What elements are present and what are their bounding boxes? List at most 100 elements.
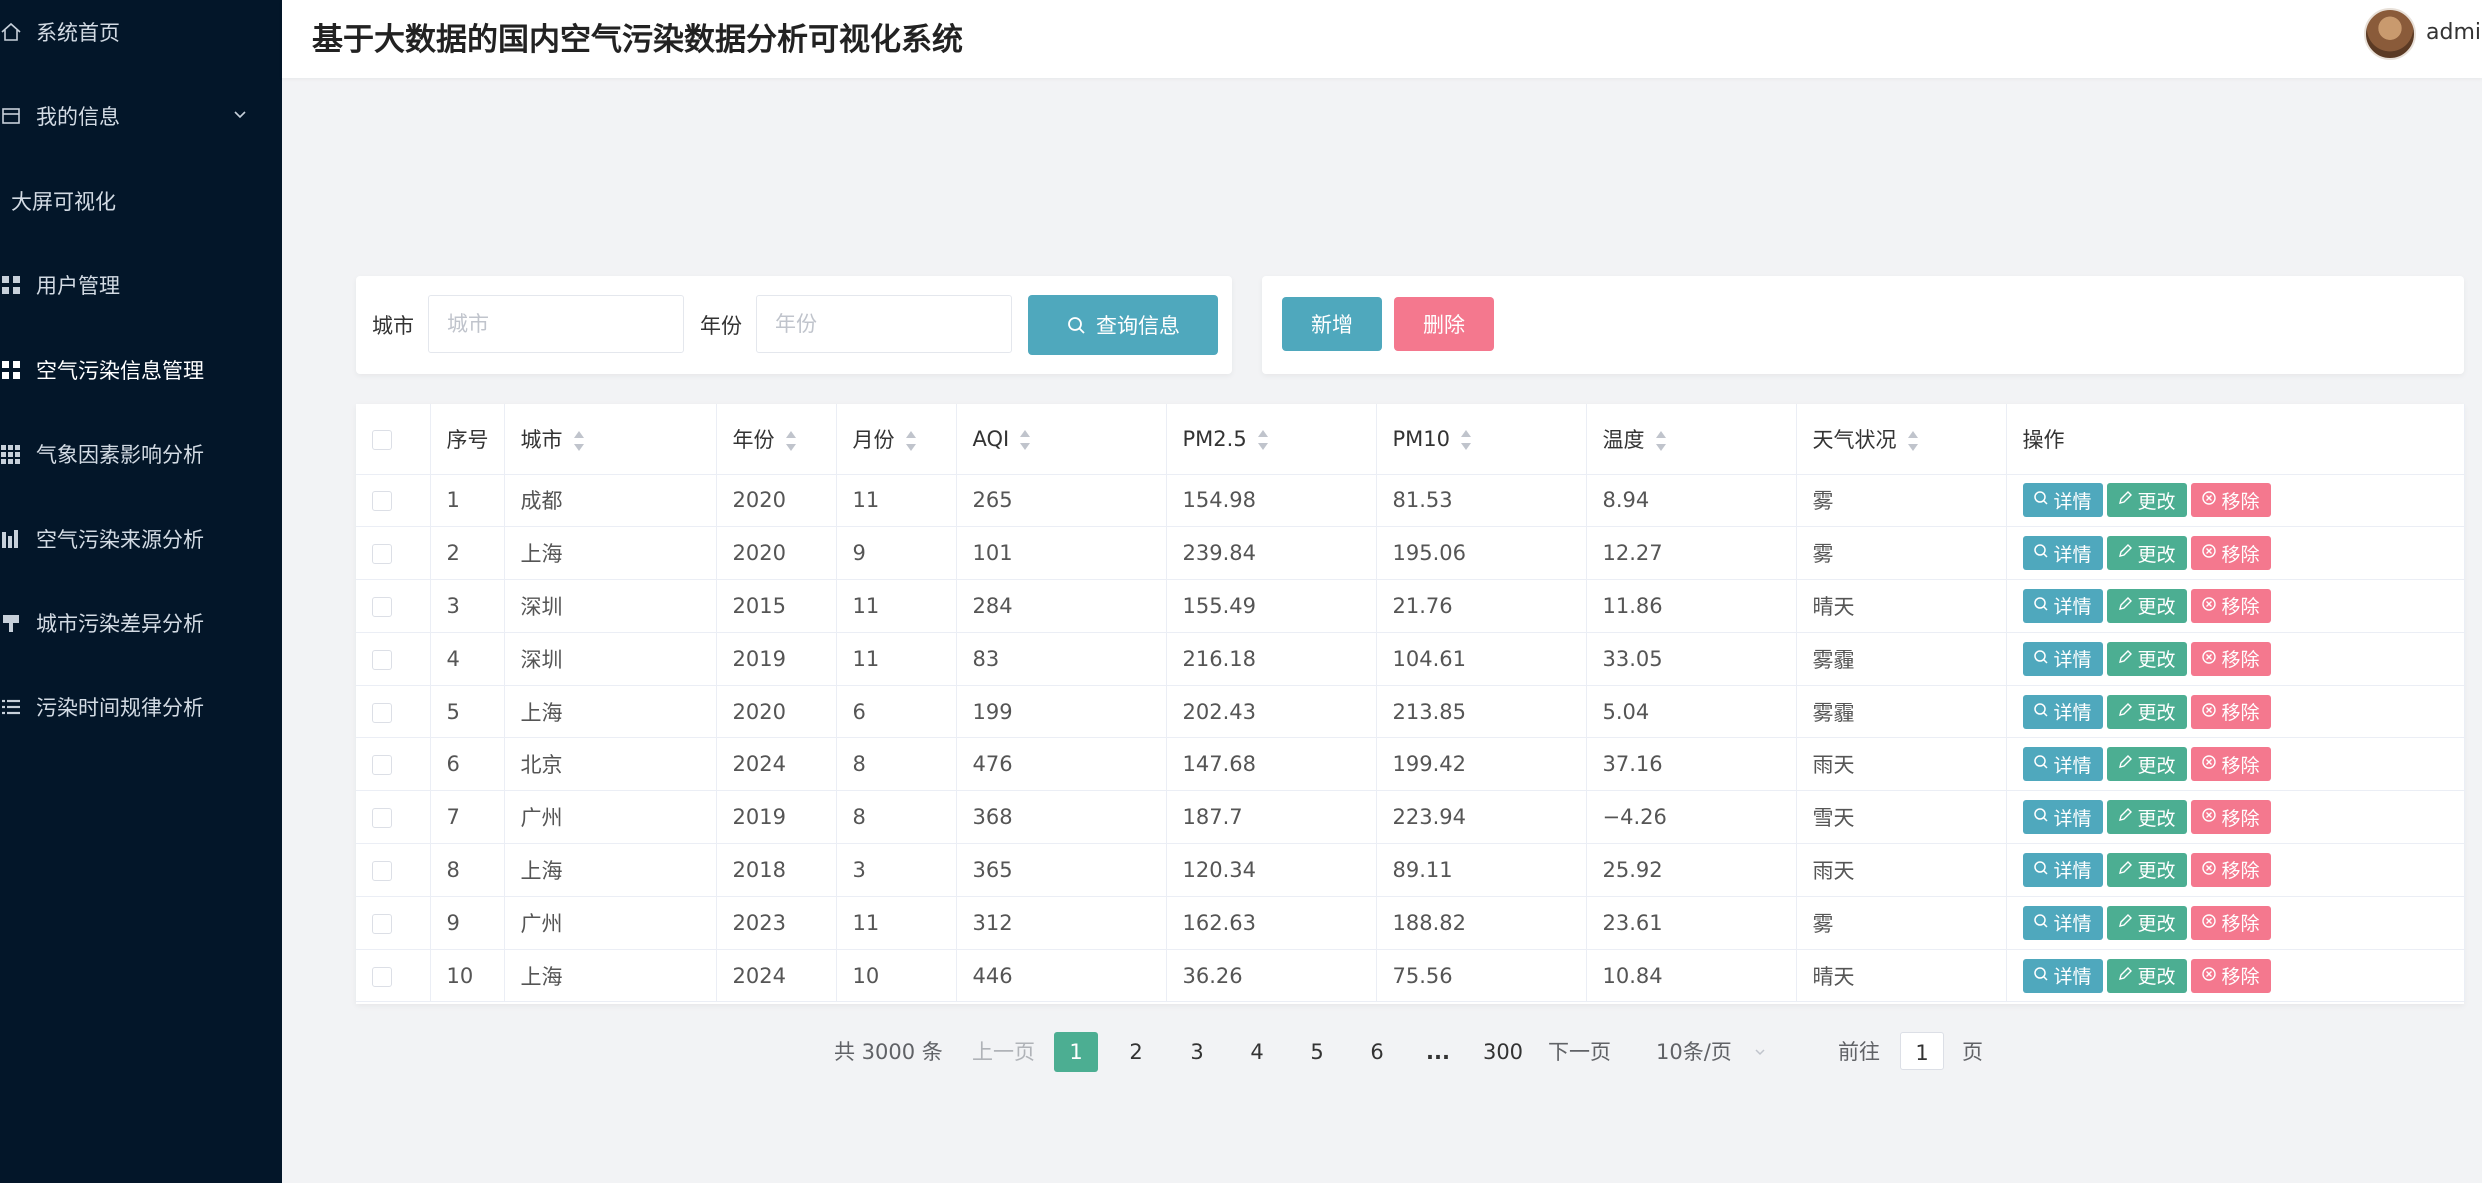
row-checkbox[interactable] — [372, 755, 392, 776]
remove-button[interactable]: 移除 — [2190, 800, 2271, 835]
row-checkbox[interactable] — [372, 491, 392, 512]
edit-button[interactable]: 更改 — [2106, 905, 2187, 940]
column-header-aqi[interactable]: AQI — [956, 404, 1167, 475]
sidebar-item-city-diff-analysis[interactable]: 城市污染差异分析 — [0, 593, 282, 653]
row-checkbox[interactable] — [372, 966, 392, 987]
sidebar-item-time-analysis[interactable]: 污染时间规律分析 — [0, 677, 282, 737]
row-select-cell[interactable] — [356, 896, 431, 950]
row-select-cell[interactable] — [356, 949, 431, 1003]
row-checkbox[interactable] — [372, 544, 392, 565]
edit-button[interactable]: 更改 — [2106, 800, 2187, 835]
page-ellipsis[interactable]: ... — [1416, 1032, 1460, 1072]
detail-button[interactable]: 详情 — [2022, 800, 2103, 835]
remove-button[interactable]: 移除 — [2190, 905, 2271, 940]
page-button-6[interactable]: 6 — [1355, 1032, 1399, 1072]
detail-button[interactable]: 详情 — [2022, 852, 2103, 887]
column-header-pm10[interactable]: PM10 — [1376, 404, 1587, 475]
detail-button[interactable]: 详情 — [2022, 958, 2103, 993]
sort-icon[interactable] — [1655, 430, 1667, 452]
edit-button[interactable]: 更改 — [2106, 852, 2187, 887]
query-button[interactable]: 查询信息 — [1028, 295, 1218, 355]
sort-icon[interactable] — [1019, 429, 1031, 451]
row-checkbox[interactable] — [372, 860, 392, 881]
column-header-pm25[interactable]: PM2.5 — [1166, 404, 1377, 475]
remove-button[interactable]: 移除 — [2190, 588, 2271, 623]
sort-icon[interactable] — [1460, 429, 1472, 451]
edit-button[interactable]: 更改 — [2106, 588, 2187, 623]
row-select-cell[interactable] — [356, 843, 431, 897]
column-header-city[interactable]: 城市 — [504, 404, 717, 475]
edit-button[interactable]: 更改 — [2106, 747, 2187, 782]
page-size-select[interactable]: 10条/页 — [1656, 1032, 1732, 1072]
remove-button[interactable]: 移除 — [2190, 852, 2271, 887]
edit-icon — [2117, 701, 2137, 723]
row-checkbox[interactable] — [372, 596, 392, 617]
detail-button[interactable]: 详情 — [2022, 694, 2103, 729]
column-header-month[interactable]: 月份 — [836, 404, 957, 475]
page-button-1[interactable]: 1 — [1054, 1032, 1098, 1072]
row-select-cell[interactable] — [356, 790, 431, 845]
edit-button[interactable]: 更改 — [2106, 483, 2187, 518]
year-input[interactable] — [756, 295, 1012, 353]
column-header-temperature[interactable]: 温度 — [1586, 404, 1797, 475]
page-button-3[interactable]: 3 — [1175, 1032, 1219, 1072]
chevron-down-icon[interactable] — [232, 107, 248, 123]
remove-button[interactable]: 移除 — [2190, 641, 2271, 676]
page-button-5[interactable]: 5 — [1295, 1032, 1339, 1072]
sidebar-item-home[interactable]: 系统首页 — [0, 2, 282, 62]
remove-button[interactable]: 移除 — [2190, 536, 2271, 571]
page-button-2[interactable]: 2 — [1114, 1032, 1158, 1072]
prev-page-button[interactable]: 上一页 — [972, 1032, 1035, 1072]
row-checkbox[interactable] — [372, 702, 392, 723]
sidebar-item-pollution-info[interactable]: 空气污染信息管理 — [0, 340, 282, 400]
row-select-cell[interactable] — [356, 579, 431, 633]
cell-temperature: 12.27 — [1586, 526, 1797, 581]
row-select-cell[interactable] — [356, 737, 431, 792]
detail-button[interactable]: 详情 — [2022, 747, 2103, 782]
row-select-cell[interactable] — [356, 685, 431, 739]
row-select-cell[interactable] — [356, 632, 431, 686]
sidebar-item-weather-analysis[interactable]: 气象因素影响分析 — [0, 424, 282, 484]
row-checkbox[interactable] — [372, 649, 392, 670]
sidebar-item-user-management[interactable]: 用户管理 — [0, 255, 282, 315]
username[interactable]: admin — [2426, 20, 2482, 45]
sort-icon[interactable] — [1907, 430, 1919, 452]
row-select-cell[interactable] — [356, 474, 431, 528]
edit-button[interactable]: 更改 — [2106, 694, 2187, 729]
detail-button[interactable]: 详情 — [2022, 588, 2103, 623]
select-all-checkbox[interactable] — [372, 429, 392, 450]
detail-button[interactable]: 详情 — [2022, 536, 2103, 571]
edit-button[interactable]: 更改 — [2106, 641, 2187, 676]
select-all-cell[interactable] — [356, 404, 431, 475]
remove-button[interactable]: 移除 — [2190, 747, 2271, 782]
sidebar-item-big-screen[interactable]: 大屏可视化 — [0, 171, 282, 231]
row-checkbox[interactable] — [372, 808, 392, 829]
row-checkbox[interactable] — [372, 913, 392, 934]
sort-icon[interactable] — [573, 430, 585, 452]
column-header-weather[interactable]: 天气状况 — [1796, 404, 2007, 475]
column-header-year[interactable]: 年份 — [716, 404, 837, 475]
next-page-button[interactable]: 下一页 — [1548, 1032, 1611, 1072]
sort-icon[interactable] — [905, 430, 917, 452]
row-select-cell[interactable] — [356, 526, 431, 581]
sort-icon[interactable] — [1257, 429, 1269, 451]
edit-button[interactable]: 更改 — [2106, 958, 2187, 993]
avatar[interactable] — [2364, 8, 2416, 60]
detail-button[interactable]: 详情 — [2022, 483, 2103, 518]
goto-page-input[interactable]: 1 — [1900, 1032, 1944, 1070]
page-button-last[interactable]: 300 — [1478, 1032, 1528, 1072]
city-input[interactable] — [428, 295, 684, 353]
sidebar-item-my-info[interactable]: 我的信息 — [0, 86, 282, 146]
delete-button[interactable]: 删除 — [1394, 297, 1494, 351]
sidebar-item-source-analysis[interactable]: 空气污染来源分析 — [0, 509, 282, 569]
remove-button[interactable]: 移除 — [2190, 483, 2271, 518]
remove-button[interactable]: 移除 — [2190, 694, 2271, 729]
page-button-4[interactable]: 4 — [1235, 1032, 1279, 1072]
chevron-down-icon[interactable] — [1753, 1045, 1767, 1059]
detail-button[interactable]: 详情 — [2022, 641, 2103, 676]
remove-button[interactable]: 移除 — [2190, 958, 2271, 993]
add-button[interactable]: 新增 — [1282, 297, 1382, 351]
sort-icon[interactable] — [785, 430, 797, 452]
edit-button[interactable]: 更改 — [2106, 536, 2187, 571]
detail-button[interactable]: 详情 — [2022, 905, 2103, 940]
